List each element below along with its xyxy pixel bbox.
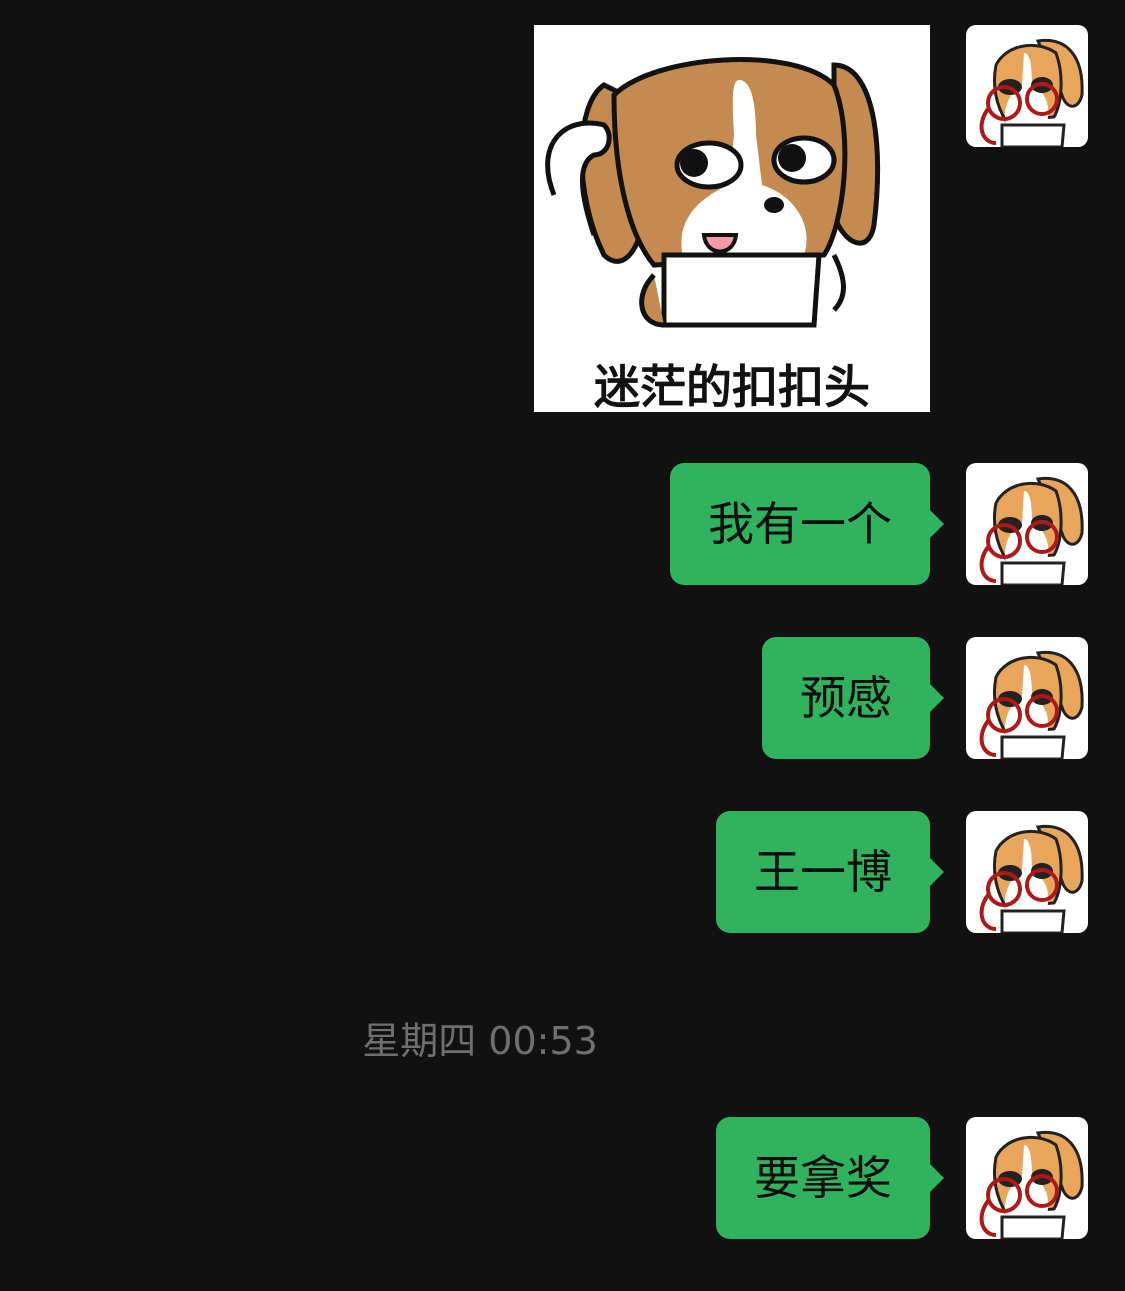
text-message[interactable]: 预感 xyxy=(762,637,944,759)
cartoon-dog-avatar-icon xyxy=(979,1130,1084,1239)
message-text: 我有一个 xyxy=(708,497,892,551)
user-avatar[interactable] xyxy=(966,463,1088,585)
confused-dog-sticker-icon xyxy=(545,57,881,328)
text-message[interactable]: 我有一个 xyxy=(670,463,944,585)
time-divider: 星期四 00:53 xyxy=(362,1019,598,1063)
cartoon-dog-avatar-icon xyxy=(979,38,1084,147)
user-avatar[interactable] xyxy=(966,811,1088,933)
cartoon-dog-avatar-icon xyxy=(979,650,1084,759)
message-text: 预感 xyxy=(800,671,892,725)
cartoon-dog-avatar-icon xyxy=(979,476,1084,585)
user-avatar[interactable] xyxy=(966,25,1088,147)
sticker-message[interactable]: 迷茫的扣扣头 xyxy=(534,25,930,412)
text-message[interactable]: 要拿奖 xyxy=(716,1117,944,1239)
user-avatar[interactable] xyxy=(966,637,1088,759)
user-avatar[interactable] xyxy=(966,1117,1088,1239)
sticker-caption: 迷茫的扣扣头 xyxy=(594,360,870,412)
message-text: 王一博 xyxy=(754,845,892,899)
message-text: 要拿奖 xyxy=(754,1151,892,1205)
cartoon-dog-avatar-icon xyxy=(979,824,1084,933)
text-message[interactable]: 王一博 xyxy=(716,811,944,933)
